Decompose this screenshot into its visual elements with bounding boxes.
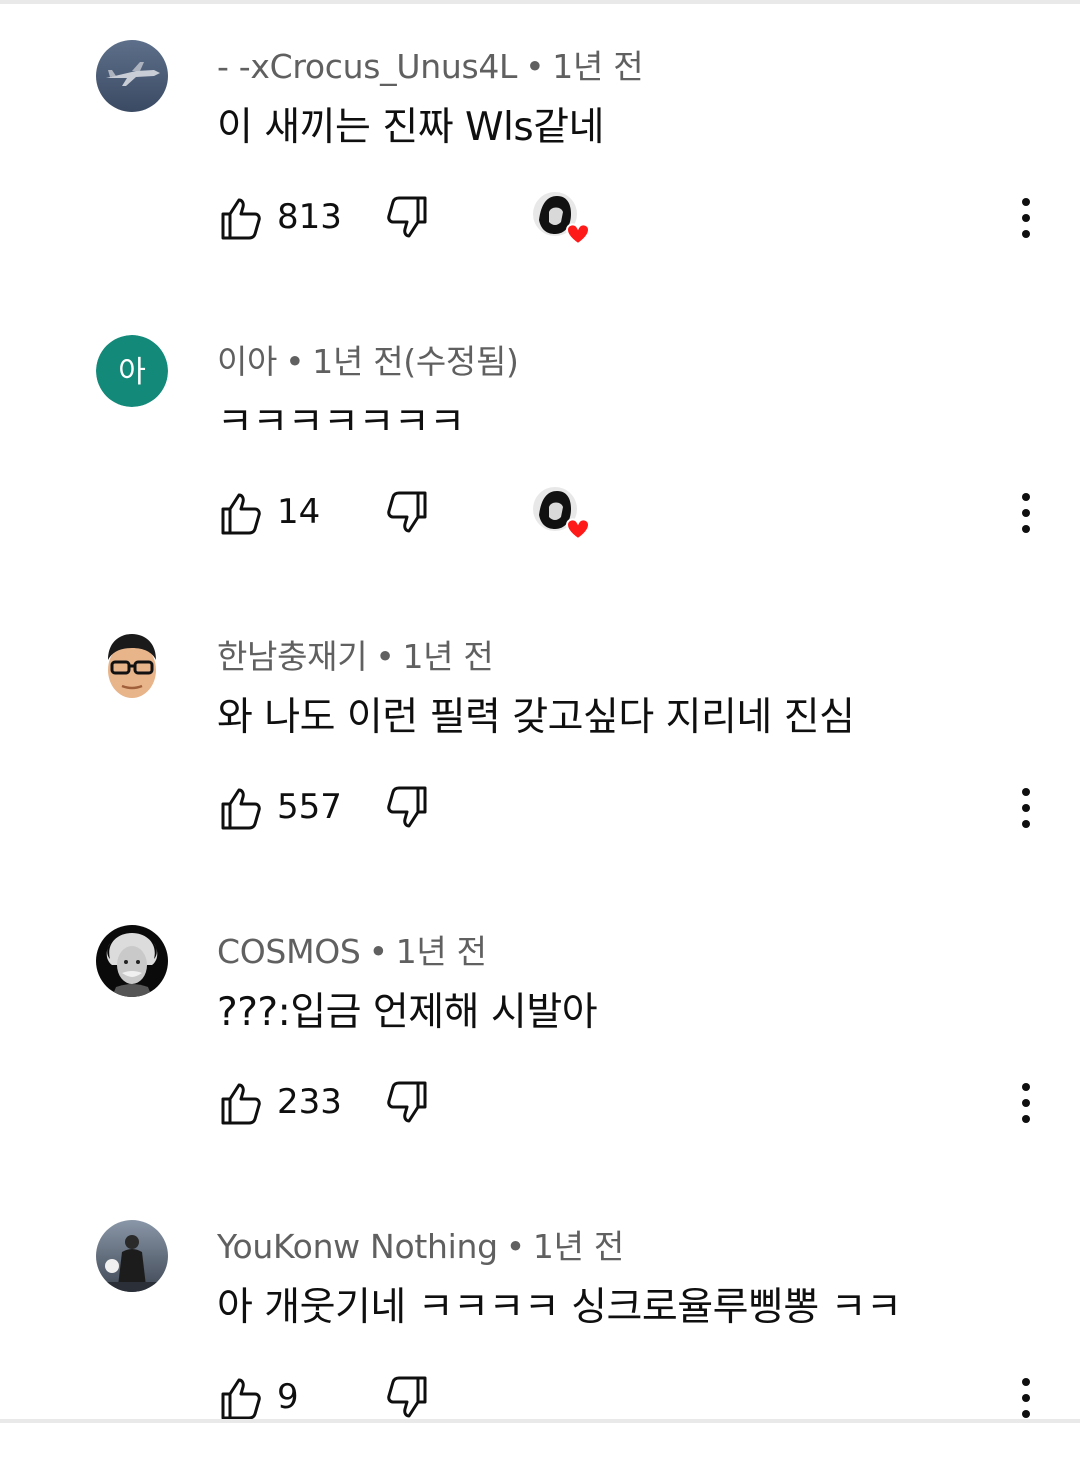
author-avatar[interactable]: 아 [96, 335, 168, 407]
comment-text: 와 나도 이런 필력 갖고싶다 지리네 진심 [217, 695, 855, 740]
creator-heart-icon [533, 192, 591, 246]
comment-time: 1년 전 [402, 637, 494, 676]
comment-time: 1년 전(수정됨) [312, 342, 519, 381]
comment-item: YouKonw Nothing • 1년 전 아 개웃기네 ㅋㅋㅋㅋ 싱크로율루삥뽕… [0, 1180, 1080, 1475]
bottom-divider [0, 1419, 1080, 1423]
comment-time: 1년 전 [552, 47, 644, 86]
more-options-icon[interactable] [1006, 784, 1046, 834]
creator-heart-icon [533, 487, 591, 541]
comment-time: 1년 전 [395, 932, 487, 971]
author-avatar[interactable] [96, 40, 168, 112]
comment-actions: 557 [0, 780, 1080, 840]
author-name[interactable]: - -xCrocus_Unus4L [217, 47, 517, 86]
comment-item: 아 이아 • 1년 전(수정됨) ㅋㅋㅋㅋㅋㅋㅋ 14 [0, 295, 1080, 590]
thumbs-down-icon[interactable] [382, 782, 434, 834]
thumbs-up-icon[interactable] [214, 1077, 266, 1129]
thumbs-down-icon[interactable] [382, 192, 434, 244]
comment-meta: YouKonw Nothing • 1년 전 [217, 1220, 624, 1268]
more-options-icon[interactable] [1006, 1079, 1046, 1129]
author-name[interactable]: COSMOS [217, 932, 361, 971]
more-options-icon[interactable] [1006, 194, 1046, 244]
thumbs-down-icon[interactable] [382, 1077, 434, 1129]
like-count: 9 [277, 1377, 299, 1417]
like-count: 14 [277, 492, 321, 532]
thumbs-up-icon[interactable] [214, 1372, 266, 1424]
comment-meta: COSMOS • 1년 전 [217, 925, 487, 973]
like-count: 813 [277, 197, 342, 237]
letter-avatar-icon: 아 [96, 335, 168, 407]
man-with-glasses-avatar-icon [96, 630, 168, 702]
comment-text: ???:입금 언제해 시발아 [217, 990, 598, 1035]
author-name[interactable]: YouKonw Nothing [217, 1227, 498, 1266]
author-avatar[interactable] [96, 925, 168, 997]
author-name[interactable]: 이아 [217, 342, 277, 381]
meta-separator: • [505, 1227, 525, 1266]
comment-item: 한남충재기 • 1년 전 와 나도 이런 필력 갖고싶다 지리네 진심 557 [0, 590, 1080, 885]
comment-text: ㅋㅋㅋㅋㅋㅋㅋ [217, 400, 465, 445]
avatar-letter: 아 [118, 355, 146, 390]
comment-actions: 14 [0, 485, 1080, 545]
like-count: 557 [277, 787, 342, 827]
meta-separator: • [375, 637, 395, 676]
comment-meta: - -xCrocus_Unus4L • 1년 전 [217, 40, 644, 88]
comment-actions: 233 [0, 1075, 1080, 1135]
comment-meta: 한남충재기 • 1년 전 [217, 630, 494, 678]
comment-text: 이 새끼는 진짜 Wls같네 [217, 105, 604, 150]
more-options-icon[interactable] [1006, 489, 1046, 539]
thumbs-down-icon[interactable] [382, 1372, 434, 1424]
jet-fighter-avatar-icon [96, 40, 168, 112]
comment-time: 1년 전 [532, 1227, 624, 1266]
thumbs-up-icon[interactable] [214, 782, 266, 834]
comment-text: 아 개웃기네 ㅋㅋㅋㅋ 싱크로율루삥뽕 ㅋㅋ [217, 1285, 902, 1330]
author-name[interactable]: 한남충재기 [217, 637, 368, 676]
einstein-portrait-avatar-icon [96, 925, 168, 997]
hooded-figure-avatar-icon [96, 1220, 168, 1292]
comment-item: - -xCrocus_Unus4L • 1년 전 이 새끼는 진짜 Wls같네 81… [0, 0, 1080, 295]
meta-separator: • [525, 47, 545, 86]
thumbs-up-icon[interactable] [214, 487, 266, 539]
author-avatar[interactable] [96, 1220, 168, 1292]
thumbs-down-icon[interactable] [382, 487, 434, 539]
more-options-icon[interactable] [1006, 1374, 1046, 1424]
like-count: 233 [277, 1082, 342, 1122]
comment-item: COSMOS • 1년 전 ???:입금 언제해 시발아 233 [0, 885, 1080, 1180]
author-avatar[interactable] [96, 630, 168, 702]
meta-separator: • [285, 342, 305, 381]
meta-separator: • [368, 932, 388, 971]
comment-meta: 이아 • 1년 전(수정됨) [217, 335, 519, 383]
thumbs-up-icon[interactable] [214, 192, 266, 244]
comment-actions: 813 [0, 190, 1080, 250]
